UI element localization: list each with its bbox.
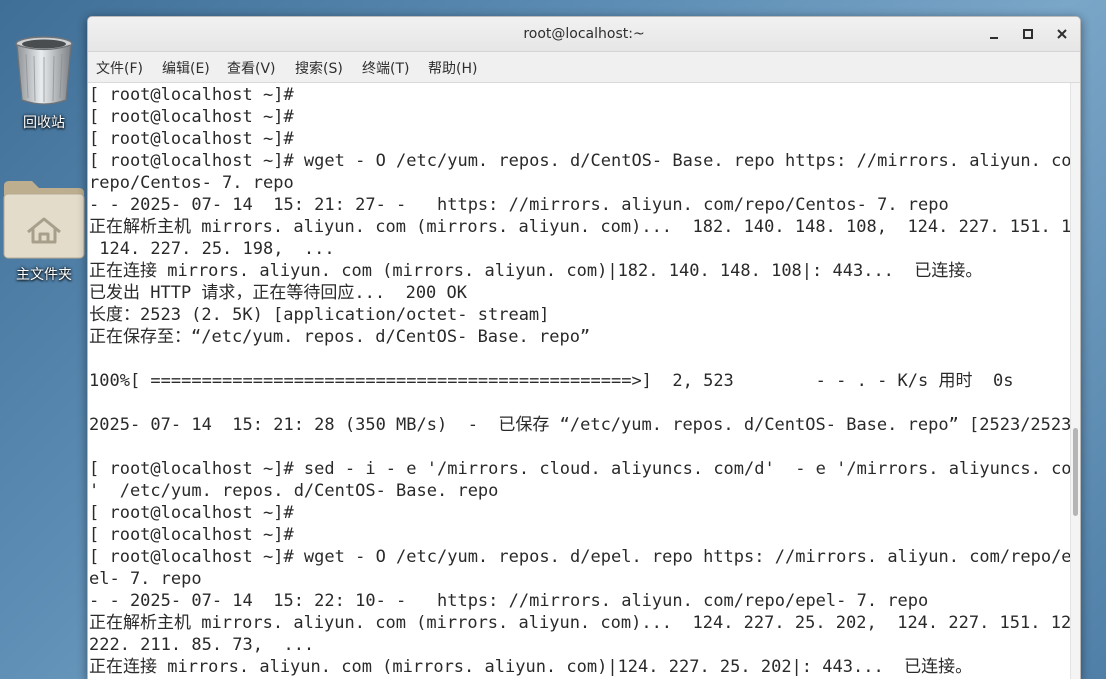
terminal-line: 124. 227. 25. 198, ... (89, 239, 335, 259)
maximize-button[interactable] (1018, 24, 1038, 44)
window-title: root@localhost:~ (523, 26, 645, 42)
terminal-line: [ root@localhost ~]# sed - i - e '/mirro… (89, 459, 1070, 479)
scrollbar[interactable] (1070, 83, 1080, 679)
terminal-line: repo/Centos- 7. repo (89, 173, 294, 193)
home-folder-icon (3, 181, 85, 259)
menu-search[interactable]: 搜索(S) (295, 58, 343, 78)
minimize-icon (990, 37, 998, 39)
terminal-line: [ root@localhost ~]# (89, 525, 294, 545)
maximize-icon (1023, 29, 1033, 39)
menu-file[interactable]: 文件(F) (96, 58, 143, 78)
terminal-line: - - 2025- 07- 14 15: 21: 27- - https: //… (89, 195, 949, 215)
terminal-output: [ root@localhost ~]# [ root@localhost ~]… (89, 84, 1070, 678)
terminal-line: [ root@localhost ~]# (89, 85, 294, 105)
title-bar[interactable]: root@localhost:~ (88, 17, 1080, 52)
terminal-line: 正在解析主机 mirrors. aliyun. com (mirrors. al… (89, 217, 1070, 237)
terminal-line: [ root@localhost ~]# wget - O /etc/yum. … (89, 547, 1070, 567)
home-folder-desktop-icon[interactable]: 主文件夹 (2, 178, 86, 284)
home-folder-label: 主文件夹 (16, 267, 72, 283)
menu-view[interactable]: 查看(V) (227, 58, 276, 78)
terminal-area[interactable]: [ root@localhost ~]# [ root@localhost ~]… (88, 83, 1070, 679)
menu-bar: 文件(F) 编辑(E) 查看(V) 搜索(S) 终端(T) 帮助(H) (88, 52, 1080, 83)
terminal-line: 222. 211. 85. 73, ... (89, 635, 315, 655)
terminal-line: [ root@localhost ~]# wget - O /etc/yum. … (89, 151, 1070, 171)
terminal-line: - - 2025- 07- 14 15: 22: 10- - https: //… (89, 591, 929, 611)
terminal-line: 100%[ ==================================… (89, 371, 1014, 391)
terminal-line: [ root@localhost ~]# (89, 129, 294, 149)
terminal-line: 长度：2523 (2. 5K) [application/octet- stre… (89, 305, 550, 325)
menu-terminal[interactable]: 终端(T) (362, 58, 409, 78)
trash-desktop-icon[interactable]: 回收站 (2, 34, 86, 132)
trash-icon (15, 36, 73, 105)
terminal-line: [ root@localhost ~]# (89, 503, 294, 523)
menu-help[interactable]: 帮助(H) (428, 58, 477, 78)
minimize-button[interactable] (984, 24, 1004, 44)
terminal-line: el- 7. repo (89, 569, 202, 589)
menu-edit[interactable]: 编辑(E) (162, 58, 210, 78)
terminal-line: [ root@localhost ~]# (89, 107, 294, 127)
terminal-line: 正在解析主机 mirrors. aliyun. com (mirrors. al… (89, 613, 1070, 633)
scrollbar-thumb[interactable] (1073, 428, 1078, 516)
terminal-line: ' /etc/yum. repos. d/CentOS- Base. repo (89, 481, 499, 501)
terminal-line: 正在连接 mirrors. aliyun. com (mirrors. aliy… (89, 657, 973, 677)
terminal-line: 正在保存至：“/etc/yum. repos. d/CentOS- Base. … (89, 327, 591, 347)
terminal-line: 正在连接 mirrors. aliyun. com (mirrors. aliy… (89, 261, 983, 281)
terminal-window: root@localhost:~ 文件(F) 编辑(E) 查看(V) 搜索(S)… (87, 16, 1081, 679)
terminal-line: 2025- 07- 14 15: 21: 28 (350 MB/s) - 已保存… (89, 415, 1070, 435)
trash-label: 回收站 (23, 115, 65, 131)
close-icon (1057, 29, 1067, 39)
close-button[interactable] (1052, 24, 1072, 44)
terminal-line: 已发出 HTTP 请求，正在等待回应... 200 OK (89, 283, 467, 303)
